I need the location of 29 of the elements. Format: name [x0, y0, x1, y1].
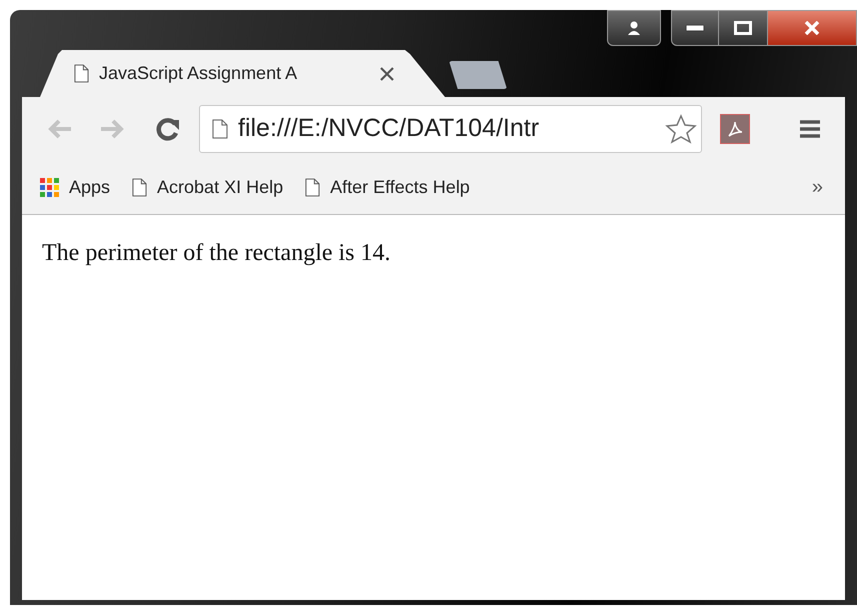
page-icon — [74, 64, 89, 83]
acrobat-button[interactable] — [720, 114, 750, 144]
star-icon[interactable] — [665, 114, 697, 144]
bookmark[interactable]: After Effects Help — [305, 174, 470, 200]
browser-tab[interactable]: JavaScript Assignment A — [40, 50, 445, 97]
menu-icon — [799, 118, 821, 138]
page-icon — [305, 178, 320, 196]
close-icon — [804, 21, 820, 35]
maximize-icon — [734, 21, 752, 35]
bookmark[interactable]: Acrobat XI Help — [132, 174, 284, 200]
page-icon — [132, 178, 148, 196]
profile-button[interactable] — [607, 10, 661, 46]
address-field[interactable]: file:///E:/NVCC/DAT104/Intr — [199, 104, 702, 152]
close-button[interactable] — [767, 10, 857, 46]
result-text: The perimeter of the rectangle is 14. — [42, 239, 392, 268]
page-icon — [212, 118, 228, 138]
bookmark[interactable]: Apps — [40, 174, 110, 200]
back-arrow-icon — [47, 118, 73, 138]
forward-arrow-icon — [99, 118, 125, 138]
minimize-button[interactable] — [671, 10, 719, 46]
reload-icon — [155, 116, 181, 142]
close-tab-icon[interactable] — [379, 66, 395, 82]
maximize-button[interactable] — [719, 10, 767, 46]
tab-title: JavaScript Assignment A — [99, 62, 298, 85]
more-bookmarks-button[interactable]: » — [812, 172, 823, 202]
address-text: file:///E:/NVCC/DAT104/Intr — [238, 112, 540, 144]
apps-grid-icon — [40, 178, 59, 196]
minimize-icon — [686, 25, 704, 31]
person-icon — [626, 20, 642, 36]
